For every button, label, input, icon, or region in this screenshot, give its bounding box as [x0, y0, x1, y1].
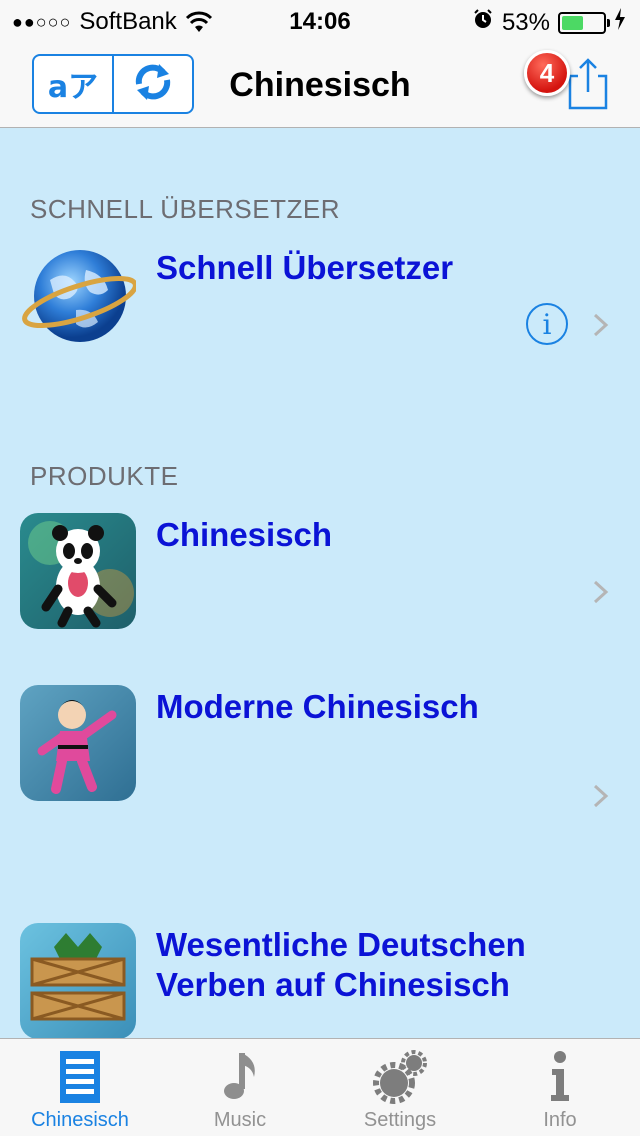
tab-label: Music — [213, 1109, 267, 1131]
music-note-icon — [212, 1049, 268, 1105]
tab-label: Settings — [363, 1109, 437, 1131]
tab-music[interactable]: Music — [160, 1039, 320, 1136]
item-title: Schnell Übersetzer — [156, 249, 454, 286]
translate-button[interactable]: aア — [34, 56, 112, 112]
crate-app-icon — [20, 923, 136, 1038]
share-button[interactable] — [562, 56, 612, 112]
list-item-moderne-chinesisch[interactable]: Moderne Chinesisch — [0, 685, 640, 808]
segmented-control: aア — [32, 54, 194, 114]
status-right: 53% — [472, 8, 626, 37]
item-title: Chinesisch — [156, 516, 333, 553]
chevron-right-icon — [592, 312, 610, 338]
alarm-icon — [472, 8, 494, 37]
tab-label: Info — [543, 1109, 577, 1131]
item-title-line: Wesentliche Deutschen — [156, 926, 526, 963]
kungfu-girl-app-icon — [20, 685, 136, 801]
globe-icon — [20, 240, 136, 356]
tab-bar: Chinesisch Music Settings Info — [0, 1038, 640, 1136]
list-icon — [52, 1049, 108, 1105]
item-title: Wesentliche Deutschen Verben auf Chinesi… — [156, 925, 526, 1005]
list-item-quick-translator[interactable]: Schnell Übersetzer i — [0, 240, 640, 370]
share-icon — [568, 58, 608, 110]
battery-percent: 53% — [501, 8, 550, 36]
tab-chinesisch[interactable]: Chinesisch — [0, 1039, 160, 1136]
chevron-right-icon — [592, 783, 610, 809]
item-title: Moderne Chinesisch — [156, 688, 479, 725]
translate-icon: aア — [47, 70, 99, 105]
tab-info[interactable]: Info — [480, 1039, 640, 1136]
refresh-button[interactable] — [112, 56, 192, 112]
refresh-icon — [131, 62, 175, 107]
info-button[interactable]: i — [526, 303, 568, 345]
section-header-products: PRODUKTE — [30, 461, 179, 491]
section-header-quick-translator: SCHNELL ÜBERSETZER — [30, 194, 340, 224]
gears-icon — [372, 1049, 428, 1105]
charging-bolt-icon — [614, 8, 626, 37]
list-item-deutsche-verben[interactable]: Wesentliche Deutschen Verben auf Chinesi… — [0, 923, 640, 1038]
status-bar: ●●○○○ SoftBank 14:06 53% — [0, 0, 640, 40]
tab-settings[interactable]: Settings — [320, 1039, 480, 1136]
tab-label: Chinesisch — [31, 1109, 129, 1131]
info-icon — [532, 1049, 588, 1105]
battery-icon — [558, 11, 610, 34]
navigation-bar: aア Chinesisch 4 — [0, 40, 640, 128]
item-title-line: Verben auf Chinesisch — [156, 966, 510, 1003]
page-title: Chinesisch — [229, 66, 411, 104]
list-item-chinesisch[interactable]: Chinesisch — [0, 513, 640, 629]
panda-app-icon — [20, 513, 136, 629]
info-icon: i — [542, 307, 552, 341]
chevron-right-icon — [592, 579, 610, 605]
notification-badge: 4 — [524, 50, 570, 96]
